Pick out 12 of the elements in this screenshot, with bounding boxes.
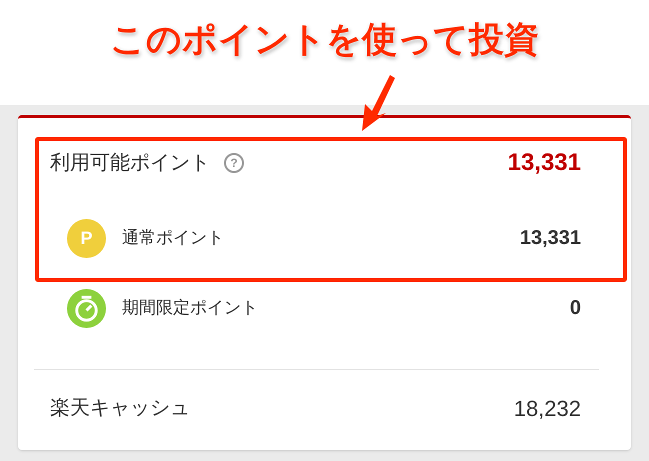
available-points-value: 13,331 bbox=[508, 148, 581, 178]
point-coin-icon: P bbox=[67, 218, 106, 258]
point-type-label: 通常ポイント bbox=[122, 227, 224, 250]
point-type-value: 0 bbox=[570, 296, 581, 321]
rakuten-cash-label: 楽天キャッシュ bbox=[50, 396, 190, 421]
rakuten-cash-value: 18,232 bbox=[514, 394, 581, 422]
available-points-label: 利用可能ポイント bbox=[50, 151, 210, 176]
point-type-value: 13,331 bbox=[520, 226, 581, 251]
stopwatch-icon bbox=[67, 288, 106, 328]
help-icon[interactable]: ? bbox=[224, 153, 244, 173]
point-type-label: 期間限定ポイント bbox=[122, 297, 258, 320]
annotation-title: このポイントを使って投資 bbox=[110, 19, 539, 61]
